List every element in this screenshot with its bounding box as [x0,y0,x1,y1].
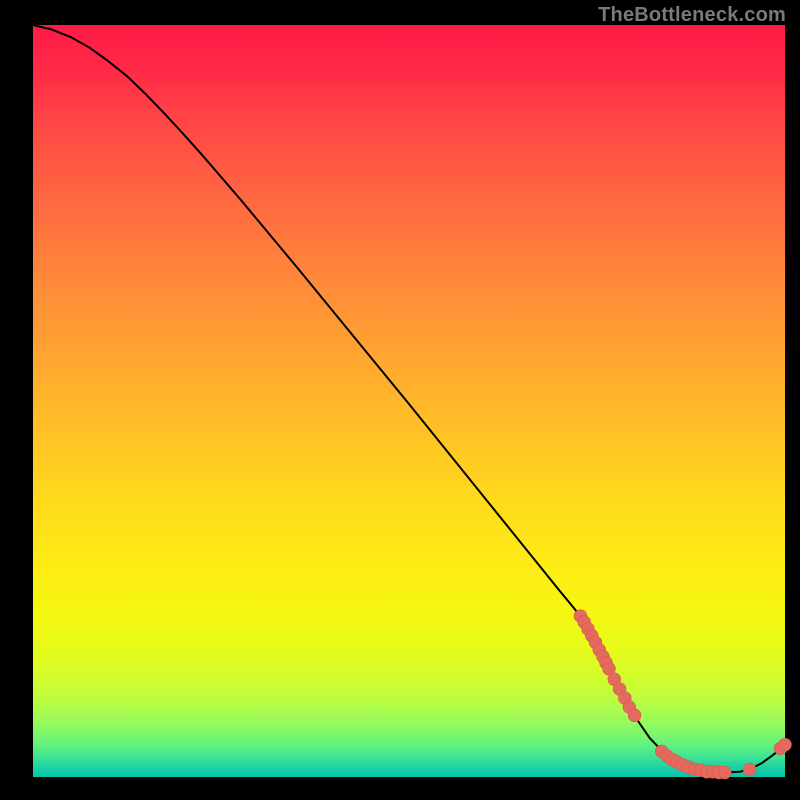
bottleneck-curve [33,25,785,772]
data-point-marker [718,766,731,779]
data-point-marker [779,738,792,751]
chart-frame [33,25,785,777]
watermark-text: TheBottleneck.com [598,4,786,27]
data-point-marker [628,709,641,722]
chart-svg [33,25,785,777]
curve-markers [574,610,791,779]
data-point-marker [743,763,756,776]
